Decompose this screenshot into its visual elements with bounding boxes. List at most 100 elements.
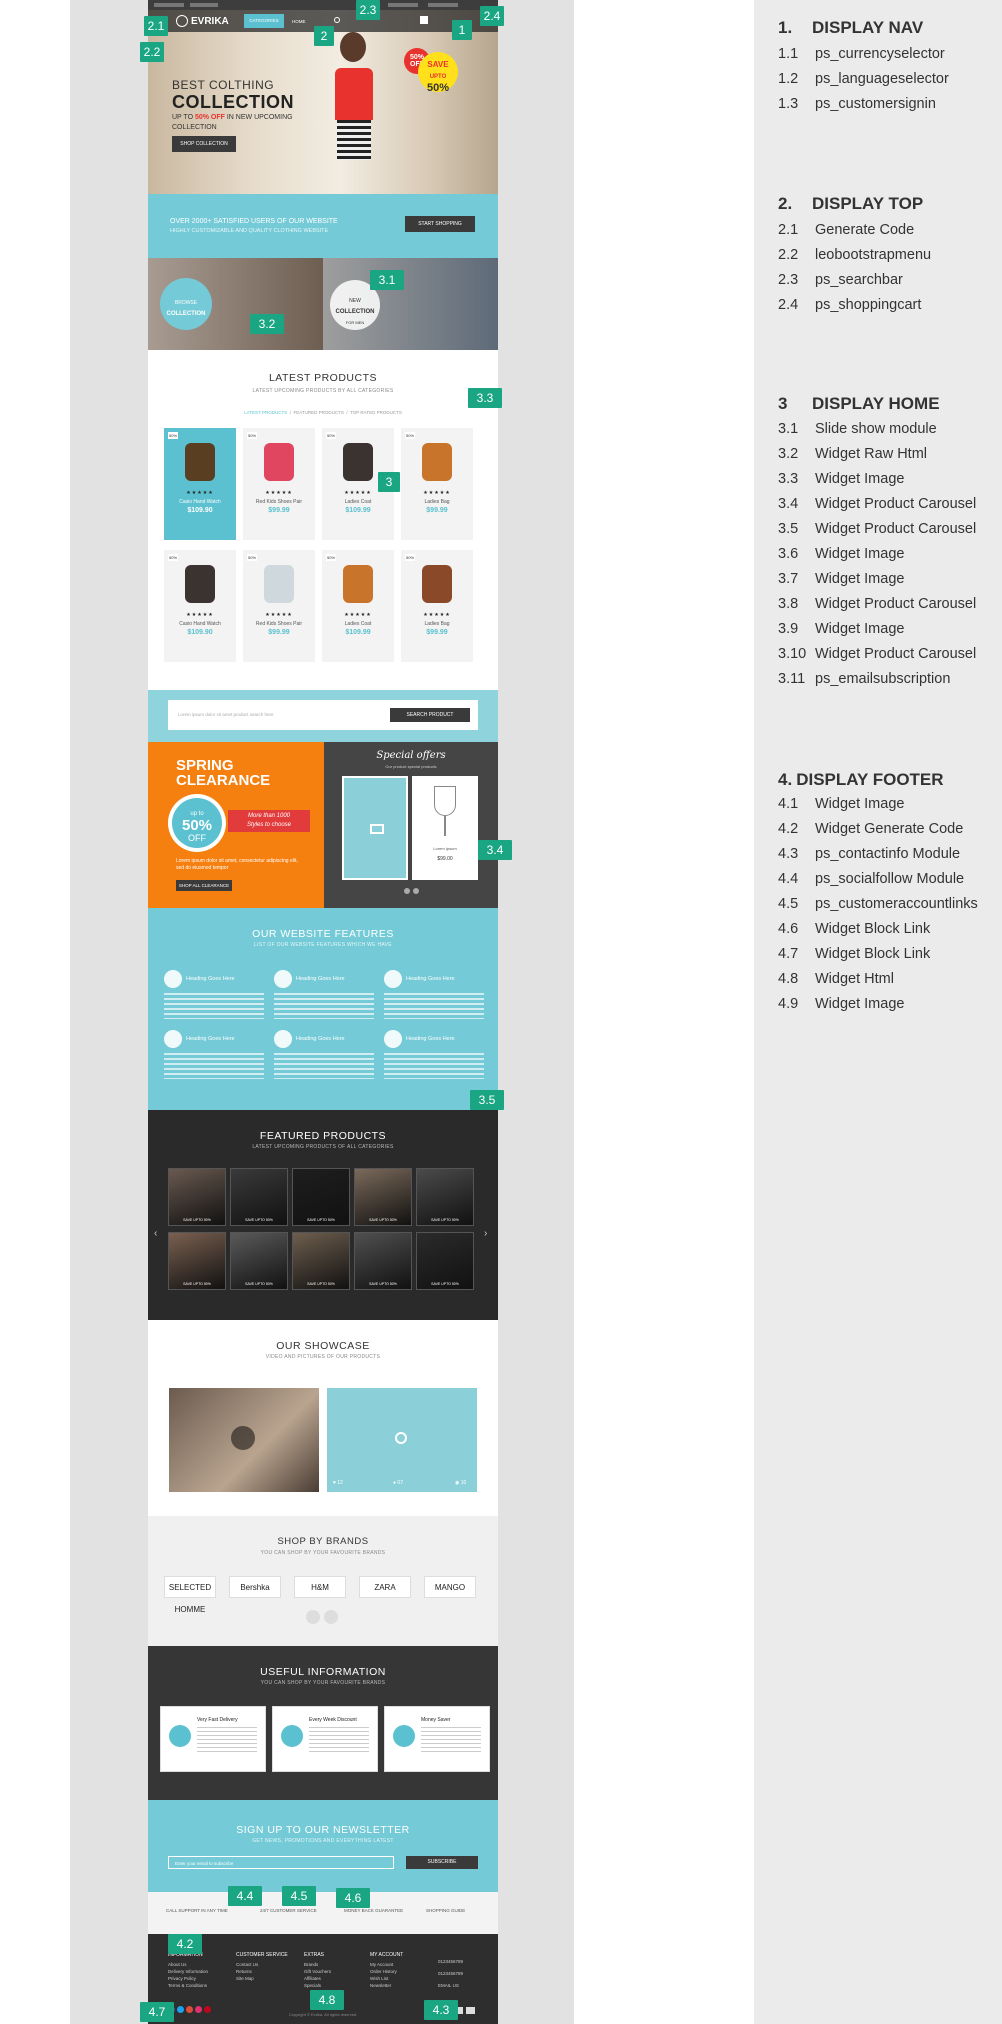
marker: 3.1 [370,270,404,290]
currency-selector[interactable] [154,3,184,7]
legend-item: 4.2 Widget Generate Code [778,821,964,837]
section-title: OUR SHOWCASE [276,1340,370,1352]
play-icon[interactable] [231,1426,255,1450]
product-card[interactable]: 50% ★★★★★ Red Kids Shoes Pair $99.99 [243,428,315,540]
feature-item: Heading Goes Here [274,1030,374,1080]
our-showcase: OUR SHOWCASE VIDEO AND PICTURES OF OUR P… [148,1320,498,1516]
shop-all-clearance-button[interactable]: SHOP ALL CLEARANCE [176,880,232,891]
info-card: Very Fast Delivery [160,1706,266,1772]
marker: 3 [378,472,400,492]
product-name: Casio Hand Watch [179,499,221,505]
offer-card[interactable] [342,776,408,880]
legend-item: 4.9 Widget Image [778,996,905,1012]
featured-photo[interactable]: SAVE UPTO 50% [230,1168,288,1226]
offer-card[interactable]: Lorem Ipsum $99.00 [412,776,478,880]
discount-circle: up to 50% OFF [168,794,226,852]
legend-item: 4.6 Widget Block Link [778,921,931,937]
section-subtitle: LATEST UPCOMING PRODUCTS BY ALL CATEGORI… [252,388,394,394]
nav-home[interactable]: HOME [292,19,306,24]
product-card[interactable]: 50% ★★★★★ Casio Hand Watch $109.90 [164,428,236,540]
account-link[interactable] [428,3,458,7]
featured-photo[interactable]: SAVE UPTO 50% [354,1168,412,1226]
feature-text [384,1053,484,1080]
brand-logo[interactable]: Bershka [229,1576,281,1598]
product-card[interactable]: 50% ★★★★★ Ladies Coat $109.99 [322,550,394,662]
showcase-video[interactable] [169,1388,319,1492]
featured-photo[interactable]: SAVE UPTO 50% [354,1232,412,1290]
brand-logo[interactable]: MANGO [424,1576,476,1598]
search-product-button[interactable]: SEARCH PRODUCT [390,708,470,722]
feature-heading: Heading Goes Here [406,976,455,982]
featured-photo[interactable]: SAVE UPTO 50% [230,1232,288,1290]
brand-logo[interactable]: SELECTED HOMME [164,1576,216,1614]
legend-item: 4.4 ps_socialfollow Module [778,871,965,887]
featured-photo[interactable]: SAVE UPTO 50% [168,1168,226,1226]
category-banners: BROWSE COLLECTION NEW COLLECTION FOR MEN [148,258,498,350]
info-title: Every Week Discount [309,1717,357,1723]
save-tag: SAVE UPTO 50% [369,1218,397,1222]
logo[interactable]: EVRIKA [191,16,229,27]
footer-col-my-account: MY ACCOUNT My Account Order History Wish Li… [370,1952,404,1988]
product-card[interactable]: 50% ★★★★★ Red Kids Shoes Pair $99.99 [243,550,315,662]
legend-item: 2.2 leobootstrapmenu [778,247,932,263]
legend-item: 4.1 Widget Image [778,796,905,812]
tab-featured[interactable]: FEATURED PRODUCTS [294,410,344,415]
feature-icon [384,1030,402,1048]
marker: 2.1 [144,16,168,36]
product-image [249,436,309,488]
save-tag: SAVE UPTO 50% [431,1218,459,1222]
brand-logo[interactable]: H&M [294,1576,346,1598]
save-tag: SAVE UPTO 50% [183,1218,211,1222]
search-icon[interactable] [395,1432,407,1444]
feature-item: Heading Goes Here [164,970,264,1020]
showcase-image[interactable]: ♥ 12 ● 07 ◉ 10 [327,1388,477,1492]
featured-photo[interactable]: SAVE UPTO 50% [292,1168,350,1226]
section-title: LATEST PRODUCTS [268,372,378,384]
product-price: $109.99 [345,629,371,636]
product-price: $99.99 [268,507,290,514]
website-features: OUR WEBSITE FEATURES LIST OF OUR WEBSITE… [148,908,498,1110]
rating-stars: ★★★★★ [423,490,451,496]
carousel-prev[interactable] [404,888,410,894]
save-tag: SAVE UPTO 50% [307,1282,335,1286]
product-card[interactable]: 50% ★★★★★ Ladies Bag $99.99 [401,550,473,662]
like-count: ♥ 12 [333,1480,343,1486]
legend-item: 3.8 Widget Product Carousel [778,596,977,612]
browse-collection-badge[interactable]: BROWSE COLLECTION [160,278,212,330]
rating-stars: ★★★★★ [265,612,293,618]
subscribe-button[interactable]: SUBSCRIBE [406,1856,478,1869]
language-selector[interactable] [190,3,218,7]
newsletter-email-input[interactable]: Enter your email to subscribe [168,1856,394,1869]
brands-prev[interactable] [306,1610,320,1624]
cart-icon[interactable] [420,16,428,24]
featured-photo[interactable]: SAVE UPTO 50% [168,1232,226,1290]
product-card[interactable]: 50% ★★★★★ Casio Hand Watch $109.90 [164,550,236,662]
search-input[interactable]: Lorem ipsum dolor sit amet product searc… [178,712,274,717]
feature-heading: Heading Goes Here [296,1036,345,1042]
search-icon[interactable] [334,17,340,23]
chevron-left-icon[interactable]: ‹ [154,1228,157,1239]
legend-item: 4.5 ps_customeraccountlinks [778,896,978,912]
info-card: Money Saver [384,1706,490,1772]
customer-signin[interactable] [388,3,418,7]
featured-photo[interactable]: SAVE UPTO 50% [292,1232,350,1290]
view-count: ◉ 10 [455,1480,467,1486]
product-card[interactable]: 50% ★★★★★ Ladies Bag $99.99 [401,428,473,540]
legend-item: 3.3 Widget Image [778,471,905,487]
nav-categories[interactable]: CATEGORIES [244,14,284,28]
legend-item: 2.3 ps_searchbar [778,272,903,288]
info-icon [393,1725,415,1747]
brand-logo[interactable]: ZARA [359,1576,411,1598]
start-shopping-button[interactable]: START SHOPPING [405,216,475,232]
featured-photo[interactable]: SAVE UPTO 50% [416,1168,474,1226]
chevron-right-icon[interactable]: › [484,1228,487,1239]
product-image [328,558,388,610]
right-gutter [498,0,574,2024]
carousel-next[interactable] [413,888,419,894]
tab-top-rated[interactable]: TOP RATED PRODUCTS [350,410,402,415]
featured-photo[interactable]: SAVE UPTO 50% [416,1232,474,1290]
shop-collection-button[interactable]: SHOP COLLECTION [172,136,236,152]
tab-latest[interactable]: LATEST PRODUCTS [244,410,287,415]
brands-next[interactable] [324,1610,338,1624]
rating-stars: ★★★★★ [265,490,293,496]
